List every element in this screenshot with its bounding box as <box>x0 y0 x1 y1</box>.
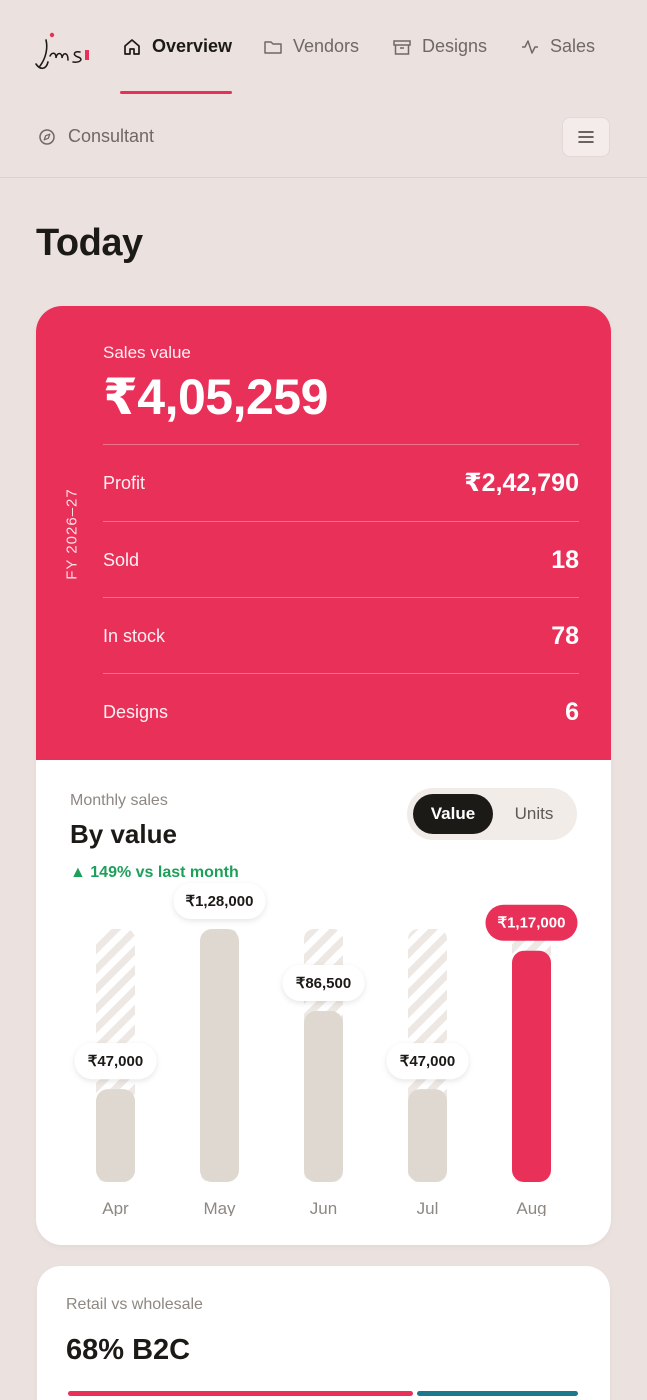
stat-value: 78 <box>551 621 579 650</box>
stat-label: Profit <box>103 472 146 493</box>
x-axis-label: Apr <box>102 1199 129 1216</box>
value-pill-text: ₹1,17,000 <box>498 915 566 932</box>
tab-overview[interactable]: Overview <box>119 36 233 94</box>
tab-designs-label: Designs <box>422 36 488 56</box>
value-pill-text: ₹1,28,000 <box>186 893 254 910</box>
monthly-sales-label: Monthly sales <box>70 792 168 809</box>
nav-consultant-label: Consultant <box>68 126 155 146</box>
bar-value-label: ₹1,17,000 <box>485 904 578 941</box>
home-icon <box>124 39 140 55</box>
stat-row-in-stock: In stock 78 <box>103 597 579 674</box>
bar-jun[interactable] <box>304 1011 343 1182</box>
b2c-segment <box>68 1391 413 1396</box>
stat-row-designs: Designs 6 <box>103 673 579 750</box>
sales-value: ₹4,05,259 <box>103 369 328 425</box>
monthly-sales-chart: ₹47,000 Apr ₹1,28,000 May ₹86,500 Jun ₹47,000 J… <box>74 883 578 1216</box>
stat-row-profit: Profit ₹2,42,790 <box>103 444 579 521</box>
compass-icon <box>39 128 55 145</box>
bar-value-label: ₹47,000 <box>74 1043 157 1080</box>
tab-vendors-label: Vendors <box>293 36 360 56</box>
folder-icon <box>264 41 282 54</box>
stat-value: 18 <box>551 545 579 574</box>
fiscal-year-label: FY 2026–27 <box>63 488 81 580</box>
monthly-sales-title: By value <box>70 819 177 849</box>
page-title: Today <box>36 222 143 264</box>
tab-designs[interactable]: Designs <box>392 36 487 94</box>
retail-wholesale-split-bar <box>68 1391 578 1396</box>
retail-wholesale-label: Retail vs wholesale <box>66 1296 203 1313</box>
bar-jul[interactable] <box>408 1089 447 1182</box>
value-units-toggle: Value Units <box>407 788 577 840</box>
value-pill-text: ₹47,000 <box>400 1053 455 1070</box>
x-axis-label: Aug <box>516 1199 546 1216</box>
stat-value: 6 <box>565 697 579 726</box>
x-axis-label: May <box>203 1199 236 1216</box>
tab-sales[interactable]: Sales <box>520 36 595 94</box>
toggle-units-option[interactable]: Units <box>497 794 571 834</box>
toggle-value-option[interactable]: Value <box>413 794 493 834</box>
sales-summary-panel: FY 2026–27 Sales value ₹4,05,259 Profit … <box>36 306 611 760</box>
top-navigation: Overview Vendors Designs Sales Consultan… <box>0 0 647 178</box>
nav-consultant[interactable]: Consultant <box>38 126 154 147</box>
stat-label: Sold <box>103 549 140 570</box>
brand-logo[interactable] <box>34 30 94 74</box>
retail-wholesale-value: 68% B2C <box>66 1334 191 1366</box>
archive-icon <box>393 40 411 55</box>
tab-vendors[interactable]: Vendors <box>263 36 359 94</box>
sales-value-label: Sales value <box>103 343 191 362</box>
x-axis-label: Jul <box>417 1199 439 1216</box>
value-pill-text: ₹86,500 <box>296 975 351 992</box>
menu-button[interactable] <box>562 117 610 157</box>
bar-apr[interactable] <box>96 1089 135 1182</box>
bar-value-label: ₹86,500 <box>282 965 365 1002</box>
hamburger-menu-icon <box>578 131 594 143</box>
bar-value-label: ₹1,28,000 <box>173 883 266 919</box>
stat-value: ₹2,42,790 <box>464 469 579 497</box>
bar-value-label: ₹47,000 <box>386 1043 469 1080</box>
stat-label: Designs <box>103 701 169 722</box>
activity-icon <box>522 40 538 54</box>
retail-wholesale-card: Retail vs wholesale 68% B2C <box>37 1266 610 1400</box>
b2b-segment <box>417 1391 578 1396</box>
stat-label: In stock <box>103 625 166 646</box>
x-axis-label: Jun <box>310 1199 337 1216</box>
stat-row-sold: Sold 18 <box>103 521 579 598</box>
tab-overview-label: Overview <box>152 36 233 56</box>
bar-aug[interactable] <box>512 950 551 1182</box>
summary-card: FY 2026–27 Sales value ₹4,05,259 Profit … <box>36 306 611 1245</box>
value-pill-text: ₹47,000 <box>88 1053 143 1070</box>
bar-may[interactable] <box>200 929 239 1182</box>
tab-sales-label: Sales <box>550 36 596 56</box>
